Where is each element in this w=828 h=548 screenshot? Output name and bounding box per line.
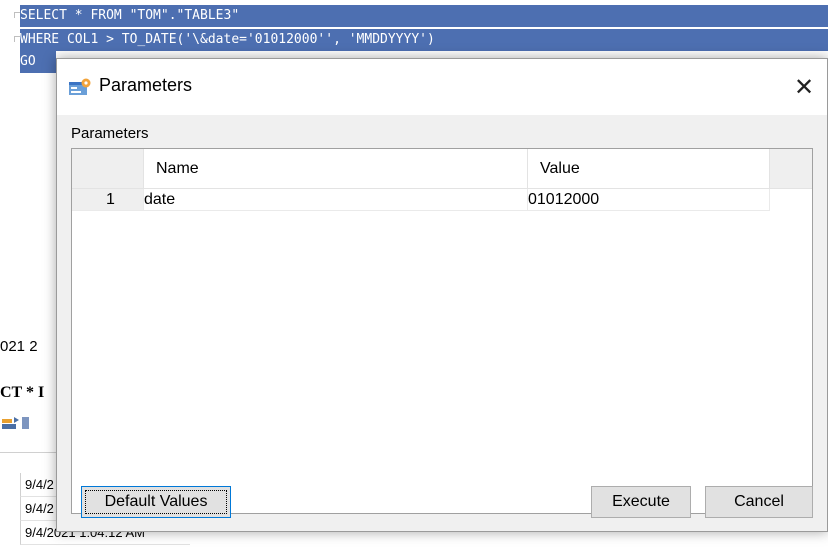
default-values-button[interactable]: Default Values [81, 486, 231, 518]
execute-button[interactable]: Execute [591, 486, 691, 518]
dialog-title-bar[interactable]: Parameters ✕ [57, 59, 827, 115]
history-timestamp: 021 2 [0, 338, 38, 355]
parameters-table: Name Value 1 date 01012000 [71, 148, 813, 514]
name-cell[interactable]: date [144, 189, 528, 211]
header-filler [770, 149, 812, 189]
close-icon: ✕ [793, 73, 815, 101]
grid-icon[interactable] [22, 416, 30, 430]
parameters-group-label: Parameters [71, 125, 149, 142]
sql-line[interactable]: WHERE COL1 > TO_DATE('\&date='01012000''… [20, 29, 828, 51]
export-icon[interactable] [2, 416, 20, 430]
row-number-header [72, 149, 144, 189]
close-button[interactable]: ✕ [781, 59, 827, 115]
sql-line[interactable]: GO [20, 51, 56, 73]
table-header: Name Value [72, 149, 812, 189]
cancel-button[interactable]: Cancel [705, 486, 813, 518]
value-cell[interactable]: 01012000 [528, 189, 770, 211]
history-sql-snippet: CT * I [0, 384, 45, 401]
table-row[interactable]: 1 date 01012000 [72, 189, 770, 211]
row-number-cell[interactable]: 1 [72, 189, 144, 211]
sql-line[interactable]: SELECT * FROM "TOM"."TABLE3" [20, 5, 828, 27]
dialog-title: Parameters [99, 75, 193, 95]
column-header-name[interactable]: Name [144, 149, 528, 189]
focus-ring [85, 490, 227, 514]
parameters-icon [69, 78, 91, 95]
column-header-value[interactable]: Value [528, 149, 770, 189]
row-number: 1 [106, 191, 115, 208]
parameters-dialog: Parameters ✕ Parameters Name Value 1 dat… [56, 58, 828, 532]
